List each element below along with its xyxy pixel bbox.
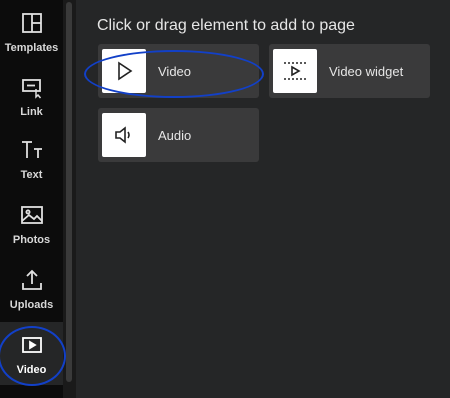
sidebar-item-text[interactable]: Text (0, 127, 63, 190)
sidebar-item-label: Text (20, 168, 43, 181)
uploads-icon (19, 267, 45, 293)
sidebar-scrollbar[interactable] (63, 0, 76, 398)
sidebar-item-video[interactable]: Video (0, 322, 63, 385)
photos-icon (19, 202, 45, 228)
sidebar-item-link[interactable]: Link (0, 64, 63, 127)
video-icon (19, 332, 45, 358)
tile-label: Video widget (329, 63, 404, 79)
sidebar-item-uploads[interactable]: Uploads (0, 257, 63, 320)
sidebar-item-templates[interactable]: Templates (0, 0, 63, 63)
sidebar-item-label: Uploads (9, 298, 54, 311)
video-element-tile[interactable]: Video (98, 44, 259, 98)
templates-icon (19, 10, 45, 36)
sidebar-item-label: Link (20, 105, 43, 118)
video-widget-element-tile[interactable]: Video widget (269, 44, 430, 98)
play-icon (102, 49, 146, 93)
scrollbar-thumb[interactable] (66, 2, 72, 382)
link-icon (19, 74, 45, 100)
sidebar-item-label: Video (16, 363, 47, 376)
tile-label: Video (158, 63, 192, 79)
sidebar-item-label: Photos (12, 233, 51, 246)
video-widget-icon (273, 49, 317, 93)
sidebar-item-photos[interactable]: Photos (0, 192, 63, 255)
panel-heading: Click or drag element to add to page (97, 17, 355, 34)
sidebar-item-label: Templates (4, 41, 59, 54)
tile-label: Audio (158, 127, 192, 143)
sidebar: Templates Link Text Photos Uploads Video (0, 0, 63, 398)
audio-element-tile[interactable]: Audio (98, 108, 259, 162)
speaker-icon (102, 113, 146, 157)
text-icon (19, 137, 45, 163)
